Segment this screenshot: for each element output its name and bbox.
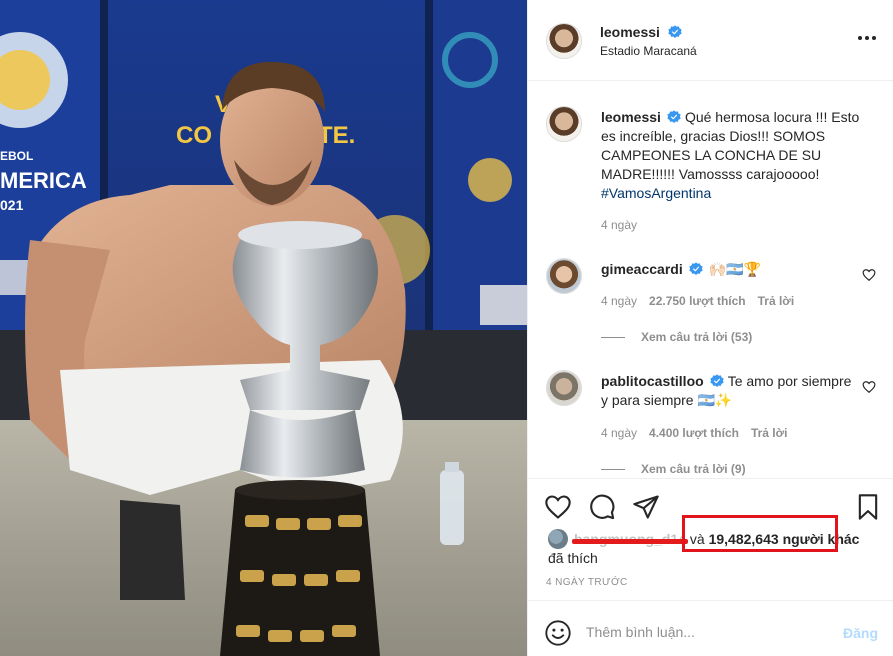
redaction-mark <box>572 539 689 544</box>
comment-time: 4 ngày <box>601 426 638 440</box>
more-options-icon[interactable] <box>858 30 878 46</box>
heart-icon[interactable] <box>544 493 572 521</box>
commenter-username[interactable]: pablitocastilloo <box>601 373 704 389</box>
emoji-icon[interactable] <box>544 619 572 647</box>
verified-badge-icon <box>667 110 681 123</box>
view-replies-label: Xem câu trả lời (53) <box>641 330 753 344</box>
comment-like-heart-icon[interactable] <box>862 268 876 282</box>
reply-button[interactable]: Trả lời <box>751 426 788 440</box>
add-comment-section: Đăng <box>528 600 893 656</box>
comment-likes[interactable]: 4.400 lượt thích <box>649 426 739 440</box>
post-header: leomessi Estadio Maracaná <box>528 0 893 81</box>
comments-list: leomessi Qué hermosa locura !!! Esto es … <box>528 82 893 477</box>
svg-text:CO: CO <box>176 122 212 149</box>
highlight-annotation-box <box>682 515 838 552</box>
commenter-avatar[interactable] <box>546 258 582 294</box>
svg-text:021: 021 <box>0 197 24 213</box>
bookmark-icon[interactable] <box>854 493 882 521</box>
reply-button[interactable]: Trả lời <box>758 294 795 308</box>
caption-time: 4 ngày <box>601 218 638 232</box>
post-timestamp[interactable]: 4 ngày trước <box>546 577 628 588</box>
send-icon[interactable] <box>632 493 660 521</box>
post-actions: bangmuong_d14 và 19,482,643 người khác đ… <box>528 478 893 600</box>
svg-text:EBOL: EBOL <box>0 149 33 163</box>
view-replies-button[interactable]: Xem câu trả lời (53) <box>601 330 752 344</box>
caption-username[interactable]: leomessi <box>601 109 661 125</box>
verified-badge-icon <box>710 374 724 387</box>
verified-badge-icon <box>689 262 703 275</box>
liker-avatar[interactable] <box>548 529 568 549</box>
comment-like-heart-icon[interactable] <box>862 380 876 394</box>
verified-badge-icon <box>668 25 682 38</box>
comment-body: 🙌🏻🇦🇷🏆 <box>708 261 762 277</box>
caption-text: leomessi Qué hermosa locura !!! Esto es … <box>601 108 861 203</box>
comment-input[interactable] <box>586 617 816 647</box>
comment-text: gimeaccardi 🙌🏻🇦🇷🏆 <box>601 260 861 279</box>
comment-text: pablitocastilloo Te amo por siempre y pa… <box>601 372 861 410</box>
author-username-row: leomessi <box>600 24 682 40</box>
instagram-post: EBOL MERICA 021 VA CO TE. <box>0 0 893 656</box>
caption-avatar[interactable] <box>546 106 582 142</box>
comment-item: gimeaccardi 🙌🏻🇦🇷🏆 4 ngày 22.750 lượt thíc… <box>546 258 876 358</box>
view-replies-label: Xem câu trả lời (9) <box>641 462 746 476</box>
post-details-panel: leomessi Estadio Maracaná leomessi Qué h… <box>527 0 893 656</box>
post-location[interactable]: Estadio Maracaná <box>600 44 697 58</box>
commenter-username[interactable]: gimeaccardi <box>601 261 683 277</box>
comment-icon[interactable] <box>588 493 616 521</box>
comment-likes[interactable]: 22.750 lượt thích <box>649 294 746 308</box>
svg-text:MERICA: MERICA <box>0 168 87 193</box>
author-avatar[interactable] <box>546 23 582 59</box>
comment-item: pablitocastilloo Te amo por siempre y pa… <box>546 370 876 477</box>
author-username[interactable]: leomessi <box>600 24 660 40</box>
comment-time: 4 ngày <box>601 294 638 308</box>
comment-meta: 4 ngày 4.400 lượt thích Trả lời <box>601 426 788 440</box>
photo-illustration: EBOL MERICA 021 VA CO TE. <box>0 0 527 656</box>
likes-suffix: đã thích <box>548 550 598 566</box>
post-photo[interactable]: EBOL MERICA 021 VA CO TE. <box>0 0 527 656</box>
post-comment-button[interactable]: Đăng <box>843 625 878 641</box>
caption-block: leomessi Qué hermosa locura !!! Esto es … <box>546 106 876 236</box>
commenter-avatar[interactable] <box>546 370 582 406</box>
view-replies-button[interactable]: Xem câu trả lời (9) <box>601 462 746 476</box>
comment-meta: 4 ngày 22.750 lượt thích Trả lời <box>601 294 794 308</box>
liker-username-redacted[interactable]: bangmuong_d14 <box>572 531 689 547</box>
caption-hashtag[interactable]: #VamosArgentina <box>601 185 711 201</box>
